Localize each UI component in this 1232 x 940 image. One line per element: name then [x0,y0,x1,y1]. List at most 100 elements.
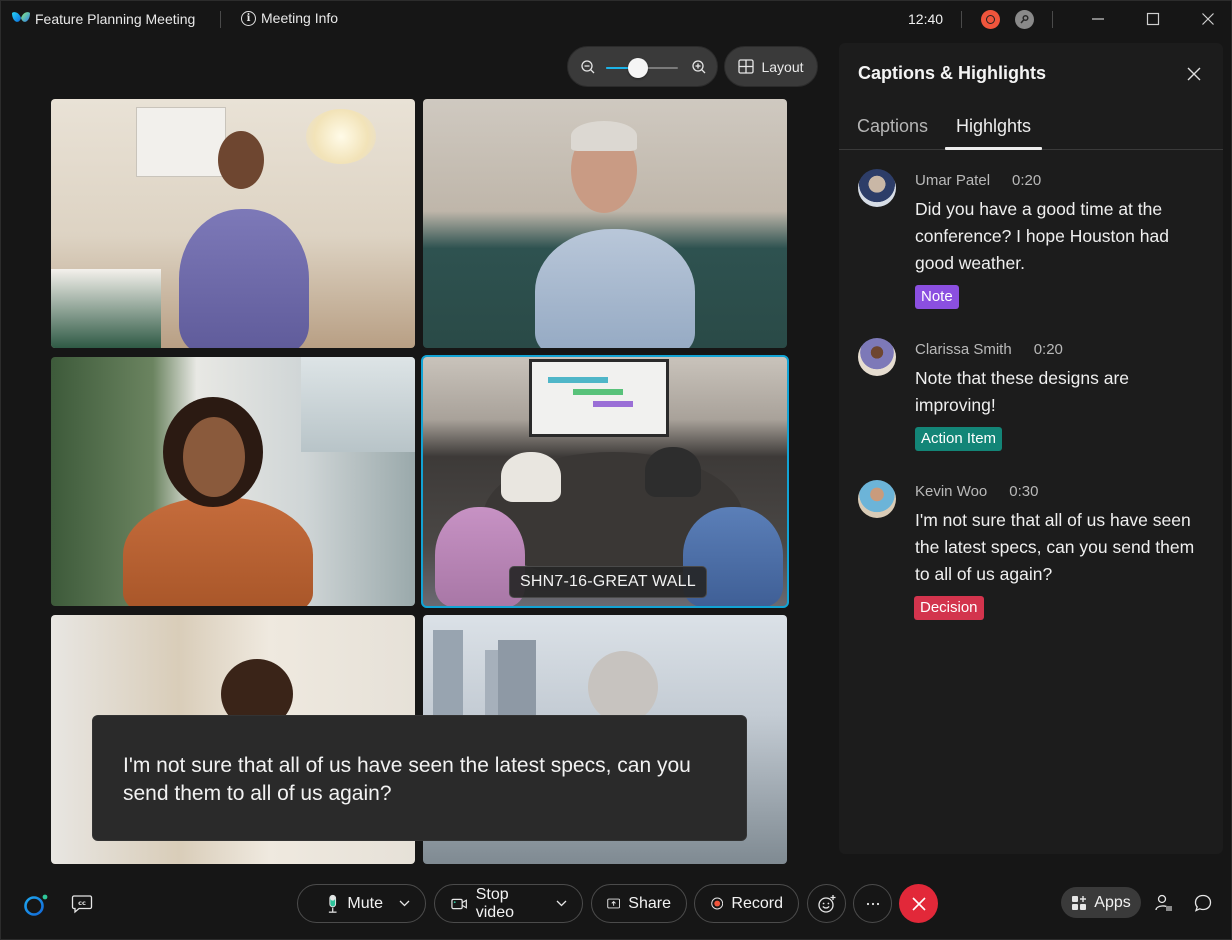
speaker-name: Umar Patel [915,172,991,189]
share-button[interactable]: Share [591,884,687,923]
window [301,357,415,452]
highlight-meta: Clarissa Smith 0:20 [915,341,1063,358]
share-screen-icon [607,898,621,909]
tag-note[interactable]: Note [915,285,959,309]
svg-text:cc: cc [78,899,86,907]
participant-body [501,452,561,502]
timestamp: 0:30 [1009,483,1039,500]
timestamp: 0:20 [1033,341,1063,358]
closed-captions-icon[interactable]: cc [71,893,93,915]
end-call-button[interactable] [899,884,938,923]
participant-hair [571,121,637,151]
panel-tabs: Captions Highlghts [839,103,1223,150]
reactions-button[interactable] [807,884,846,923]
live-caption-overlay: I'm not sure that all of us have seen th… [92,715,747,841]
chevron-down-icon[interactable] [399,900,410,907]
more-options-button[interactable] [853,884,892,923]
avatar [858,169,896,207]
zoom-slider[interactable] [606,58,678,78]
emoji-add-icon [817,894,835,913]
highlight-text: Note that these designs are improving! [915,368,1130,415]
participant-body [645,447,701,497]
layout-label: Layout [761,58,804,75]
grid-layout-icon [738,59,755,74]
tag-action-item[interactable]: Action Item [915,427,1003,451]
bed [51,269,161,348]
record-icon [711,897,724,910]
tab-captions[interactable]: Captions [857,116,928,137]
clock: 12:40 [908,11,944,27]
participant-head [183,417,245,497]
maximize-icon [1146,12,1160,26]
meeting-info-button[interactable]: i Meeting Info [241,10,338,26]
avatar [858,338,896,376]
lock-indicator-icon[interactable] [1015,10,1034,29]
zoom-out-icon[interactable] [580,59,596,75]
speaker-name: Clarissa Smith [915,341,1012,358]
participant-name-label: SHN7-16-GREAT WALL [509,566,707,598]
apps-button[interactable]: Apps [1061,887,1141,918]
speaker-name: Kevin Woo [915,483,988,500]
meeting-info-label: Meeting Info [261,10,339,26]
apps-label: Apps [1094,893,1131,911]
tab-highlights[interactable]: Highlghts [956,116,1031,137]
apps-icon [1072,895,1087,910]
layout-button[interactable]: Layout [724,46,818,87]
close-icon [1202,13,1214,25]
presentation-screen [529,359,669,437]
zoom-in-icon[interactable] [691,59,707,75]
video-tile[interactable] [51,357,415,606]
building [433,630,463,720]
captions-highlights-panel: Captions & Highlights Captions Highlghts… [839,43,1223,854]
lamp [306,109,376,164]
tag-decision[interactable]: Decision [914,596,984,620]
meeting-toolbar: cc Mute Stop video Share Record Apps [1,873,1231,933]
minimize-button[interactable] [1084,7,1112,31]
chart-bar [593,401,633,407]
ai-assistant-icon[interactable] [23,892,49,918]
close-window-button[interactable] [1194,7,1222,31]
participants-icon[interactable] [1154,893,1174,913]
recording-indicator-icon[interactable] [981,10,1000,29]
title-bar: Feature Planning Meeting i Meeting Info … [1,1,1231,37]
highlight-text: Did you have a good time at the conferen… [915,199,1169,273]
close-panel-button[interactable] [1183,63,1205,85]
highlight-meta: Umar Patel 0:20 [915,172,1041,189]
divider [1052,11,1053,28]
video-tile[interactable] [51,99,415,348]
stop-video-button[interactable]: Stop video [434,884,583,923]
avatar [858,480,896,518]
highlight-text: I'm not sure that all of us have seen th… [915,510,1195,584]
meeting-title: Feature Planning Meeting [35,11,196,27]
panel-title: Captions & Highlights [858,63,1046,83]
chat-icon[interactable] [1193,893,1213,913]
divider [961,11,962,28]
zoom-control [567,46,718,87]
minimize-icon [1092,18,1104,20]
calendar-board [136,107,226,177]
building [498,640,536,720]
chevron-down-icon[interactable] [556,900,567,907]
active-tab-indicator [945,147,1042,150]
share-label: Share [628,894,671,912]
video-tile-active-speaker[interactable]: SHN7-16-GREAT WALL [421,355,789,608]
meeting-window: Feature Planning Meeting i Meeting Info … [0,0,1232,940]
webex-logo-icon [12,12,30,22]
maximize-button[interactable] [1139,7,1167,31]
highlight-meta: Kevin Woo 0:30 [915,483,1038,500]
participant-head [218,131,264,189]
microphone-icon [328,894,337,913]
participant-body [535,229,695,348]
video-camera-icon [451,898,467,909]
record-button[interactable]: Record [694,884,799,923]
stop-video-label: Stop video [475,885,514,921]
record-label: Record [731,894,783,912]
mute-label: Mute [347,894,383,912]
mute-button[interactable]: Mute [297,884,426,923]
chart-bar [573,389,623,395]
more-icon [866,902,879,905]
participant-head [588,651,658,723]
zoom-slider-thumb[interactable] [628,58,649,78]
video-tile[interactable] [423,99,787,348]
close-icon [911,896,926,911]
